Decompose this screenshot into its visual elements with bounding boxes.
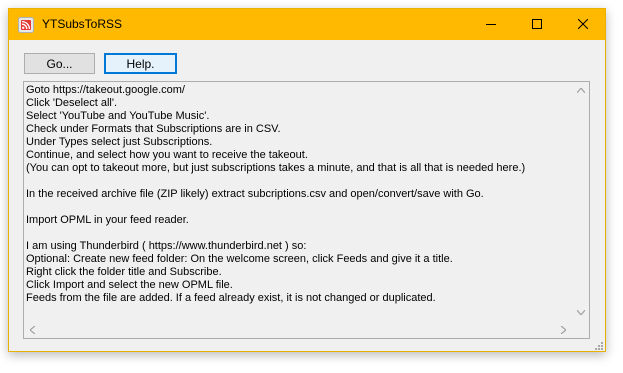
instruction-line: Check under Formats that Subscriptions a… <box>26 123 281 135</box>
instruction-line: Under Types select just Subscriptions. <box>26 136 213 148</box>
instruction-line <box>26 201 571 214</box>
instruction-line <box>26 175 571 188</box>
instruction-line: Click Import and select the new OPML fil… <box>26 279 233 291</box>
minimize-icon <box>486 16 496 34</box>
instruction-line: Feeds from the file are added. If a feed… <box>26 292 436 304</box>
close-icon <box>577 16 589 34</box>
instruction-line: Right click the folder title and Subscri… <box>26 266 222 278</box>
instruction-line: I am using Thunderbird ( https://www.thu… <box>26 240 307 252</box>
minimize-button[interactable] <box>468 9 514 40</box>
instruction-line: Import OPML in your feed reader. <box>26 214 189 226</box>
go-button[interactable]: Go... <box>24 53 95 74</box>
instruction-line: In the received archive file (ZIP likely… <box>26 188 484 200</box>
help-button[interactable]: Help. <box>104 53 177 74</box>
close-button[interactable] <box>560 9 606 40</box>
maximize-icon <box>532 16 542 34</box>
scroll-right-arrow-icon[interactable] <box>555 321 572 338</box>
scroll-left-arrow-icon[interactable] <box>24 321 41 338</box>
title-bar[interactable]: YTSubsToRSS <box>9 9 605 40</box>
instruction-line: Select 'YouTube and YouTube Music'. <box>26 110 210 122</box>
instructions-text: Goto https://takeout.google.com/Click 'D… <box>26 84 571 320</box>
scroll-down-arrow-icon[interactable] <box>572 304 589 321</box>
instruction-line: Click 'Deselect all'. <box>26 97 118 109</box>
instructions-textbox[interactable]: Goto https://takeout.google.com/Click 'D… <box>23 81 590 339</box>
scroll-up-arrow-icon[interactable] <box>572 82 589 99</box>
instruction-line: Goto https://takeout.google.com/ <box>26 84 185 96</box>
resize-grip-icon[interactable] <box>592 338 604 350</box>
vertical-scrollbar[interactable] <box>572 82 589 321</box>
instruction-line: (You can opt to takeout more, but just s… <box>26 162 526 174</box>
app-window: YTSubsToRSS Go... Help. Goto https://tak… <box>8 8 606 352</box>
instruction-line <box>26 227 571 240</box>
maximize-button[interactable] <box>514 9 560 40</box>
rss-feed-icon <box>18 17 34 33</box>
scroll-corner <box>572 321 589 338</box>
horizontal-scrollbar[interactable] <box>24 321 572 338</box>
instruction-line: Continue, and select how you want to rec… <box>26 149 308 161</box>
window-title: YTSubsToRSS <box>42 17 123 31</box>
instruction-line: Optional: Create new feed folder: On the… <box>26 253 453 265</box>
